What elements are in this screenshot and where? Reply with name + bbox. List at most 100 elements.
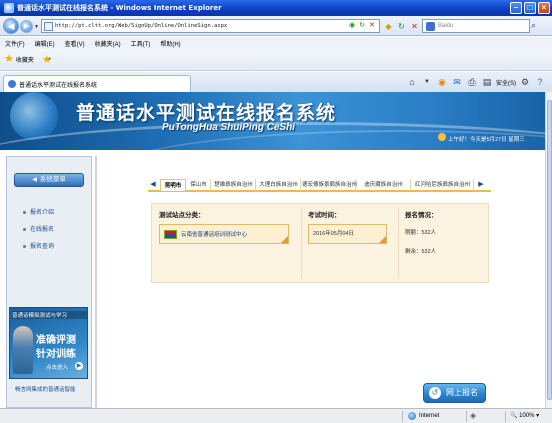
window-titlebar: 普通话水平测试在线报名系统 - Windows Internet Explore… bbox=[0, 0, 552, 16]
tab-page-icon bbox=[8, 80, 16, 88]
tabs-scroll-right-icon[interactable]: ▶ bbox=[476, 179, 486, 191]
command-bar: ⌂ ▼ ◉ ✉ ⎙ ▤ 安全(S) ⚙ ? bbox=[406, 76, 546, 88]
cancel-icon[interactable]: ✕ bbox=[409, 21, 420, 32]
search-box[interactable]: Baidu bbox=[422, 19, 530, 33]
region-tabs: ◀ 昆明市 保山市 楚雄彝族自治州 大理白族自治州 德宏傣族景颇族自治州 迪庆藏… bbox=[148, 178, 491, 192]
tools-gear-icon[interactable]: ⚙ bbox=[519, 76, 531, 88]
menu-edit[interactable]: 编辑(E) bbox=[35, 39, 55, 48]
bullet-icon bbox=[23, 227, 26, 231]
search-placeholder: Baidu bbox=[438, 23, 454, 29]
address-field[interactable]: http://pt.cltt.org/Web/SignUp/Online/Onl… bbox=[41, 19, 380, 33]
stop-icon[interactable]: ✕ bbox=[367, 21, 377, 31]
tab-region-dehong[interactable]: 德宏傣族景颇族自治州 bbox=[302, 179, 357, 191]
internet-zone-icon bbox=[408, 412, 416, 420]
ie-logo-icon bbox=[4, 3, 14, 13]
tabs-scroll-left-icon[interactable]: ◀ bbox=[148, 179, 158, 191]
tab-region-honghe[interactable]: 红河哈尼族彝族自治州 bbox=[412, 179, 474, 191]
add-favorite-icon[interactable]: ★ bbox=[42, 53, 52, 66]
close-button[interactable]: × bbox=[538, 2, 550, 14]
maximize-button[interactable]: □ bbox=[524, 2, 536, 14]
bullet-icon bbox=[23, 210, 26, 214]
promo-person-image bbox=[13, 326, 33, 374]
status-divider bbox=[505, 411, 506, 422]
security-zone[interactable]: Internet bbox=[408, 412, 439, 420]
panel-divider bbox=[301, 208, 302, 278]
site-name[interactable]: 云南省普通话培训测试中心 bbox=[181, 230, 247, 238]
window-controls: – □ × bbox=[510, 2, 550, 14]
system-menu-label: 系统菜单 bbox=[39, 176, 66, 183]
vertical-scrollbar[interactable] bbox=[545, 92, 552, 408]
page-icon-cmd[interactable]: ▤ bbox=[481, 76, 493, 88]
menu-favorites[interactable]: 收藏夹(A) bbox=[95, 39, 121, 48]
rss-icon[interactable]: ◉ bbox=[436, 76, 448, 88]
promo-cta[interactable]: 点击进入 bbox=[46, 363, 68, 371]
scrollbar-thumb[interactable] bbox=[547, 100, 552, 400]
read-mail-icon[interactable]: ✉ bbox=[451, 76, 463, 88]
registration-status-header: 报名情况： bbox=[405, 212, 438, 219]
home-dropdown-icon[interactable]: ▼ bbox=[421, 76, 433, 88]
menu-help[interactable]: 帮助(H) bbox=[160, 39, 180, 48]
tab-region-baoshan[interactable]: 保山市 bbox=[187, 179, 211, 191]
sidebar-item-intro[interactable]: 报名介绍 bbox=[23, 207, 54, 216]
sidebar-item-label[interactable]: 报名介绍 bbox=[30, 210, 54, 216]
compatibility-icon[interactable]: ◉ bbox=[347, 21, 357, 31]
feed-icon[interactable]: ◆ bbox=[383, 21, 394, 32]
register-icon: ↺ bbox=[429, 387, 441, 399]
sidebar-item-query[interactable]: 报名查询 bbox=[23, 241, 54, 250]
minimize-button[interactable]: – bbox=[510, 2, 522, 14]
promo-banner[interactable]: 普通话模拟测试与学习 准确评测 针对训练 点击进入 ▶ bbox=[9, 307, 88, 379]
quota-limit: 限额：532人 bbox=[405, 230, 437, 236]
site-subtitle: PuTongHua ShuiPing CeShi bbox=[162, 122, 295, 133]
tab-region-kunming[interactable]: 昆明市 bbox=[160, 179, 186, 191]
favorites-label[interactable]: 收藏夹 bbox=[16, 55, 34, 64]
sidebar-item-label[interactable]: 在线报名 bbox=[30, 227, 54, 233]
tab-region-dali[interactable]: 大理白族自治州 bbox=[257, 179, 301, 191]
tab-region-chuxiong[interactable]: 楚雄彝族自治州 bbox=[212, 179, 256, 191]
help-icon[interactable]: ? bbox=[534, 76, 546, 88]
back-button[interactable]: ◀ bbox=[3, 18, 19, 34]
refresh-icon[interactable]: ↻ bbox=[357, 21, 367, 31]
window-title: 普通话水平测试在线报名系统 - Windows Internet Explore… bbox=[17, 4, 222, 12]
site-banner: 普通话水平测试在线报名系统 PuTongHua ShuiPing CeShi 上… bbox=[0, 92, 545, 150]
sidebar-item-online-signup[interactable]: 在线报名 bbox=[23, 224, 54, 233]
sun-icon bbox=[438, 133, 446, 141]
promo-line-1: 准确评测 bbox=[36, 335, 76, 346]
search-icon[interactable]: ⌕ bbox=[531, 20, 536, 31]
menu-file[interactable]: 文件(F) bbox=[5, 39, 25, 48]
go-icon[interactable]: ↻ bbox=[396, 21, 407, 32]
url-text[interactable]: http://pt.cltt.org/Web/SignUp/Online/Onl… bbox=[55, 23, 227, 29]
home-icon[interactable]: ⌂ bbox=[406, 76, 418, 88]
zoom-level[interactable]: 🔍 100% ▾ bbox=[510, 412, 539, 419]
page-content: 普通话水平测试在线报名系统 PuTongHua ShuiPing CeShi 上… bbox=[0, 92, 545, 408]
tab-current-page[interactable]: 普通话水平测试在线报名系统 bbox=[3, 75, 191, 92]
zone-label: Internet bbox=[419, 413, 440, 419]
page-icon bbox=[44, 21, 53, 31]
menu-bar: 文件(F) 编辑(E) 查看(V) 收藏夹(A) 工具(T) 帮助(H) bbox=[0, 37, 552, 49]
bullet-icon bbox=[23, 244, 26, 248]
main-panel: ◀ 昆明市 保山市 楚雄彝族自治州 大理白族自治州 德宏傣族景颇族自治州 迪庆藏… bbox=[148, 178, 491, 408]
safety-menu[interactable]: 安全(S) bbox=[496, 78, 516, 87]
greeting-date: 上午好！今天是5月27日 星期三 bbox=[448, 137, 525, 143]
menu-view[interactable]: 查看(V) bbox=[65, 39, 85, 48]
menu-tools[interactable]: 工具(T) bbox=[131, 39, 151, 48]
promo-title: 普通话模拟测试与学习 bbox=[12, 311, 87, 319]
exam-date-option[interactable]: 2016年05月04日 bbox=[308, 224, 387, 244]
forward-button[interactable]: ▶ bbox=[20, 20, 33, 33]
exam-date-value[interactable]: 2016年05月04日 bbox=[313, 231, 354, 237]
recent-pages-dropdown[interactable]: ▼ bbox=[34, 24, 39, 30]
promo-go-icon[interactable]: ▶ bbox=[75, 362, 83, 370]
status-divider bbox=[402, 411, 403, 422]
menu-arrow-icon: ◀ bbox=[32, 177, 37, 183]
print-icon[interactable]: ⎙ bbox=[466, 76, 478, 88]
tab-region-diqing[interactable]: 迪庆藏族自治州 bbox=[357, 179, 411, 191]
promo-line-2: 针对训练 bbox=[36, 349, 76, 360]
site-option[interactable]: 云南省普通话培训测试中心 bbox=[159, 224, 289, 244]
sidebar: ◀ 系统菜单 报名介绍 在线报名 报名查询 普通话模拟测试与学习 准确评测 针对训… bbox=[6, 156, 92, 408]
favorites-star-icon[interactable]: ★ bbox=[4, 54, 14, 65]
status-bar: Internet ◈ 🔍 100% ▾ bbox=[0, 408, 552, 423]
protected-mode-icon[interactable]: ◈ bbox=[470, 411, 476, 420]
zoom-value[interactable]: 100% bbox=[519, 413, 534, 419]
panel-divider bbox=[398, 208, 399, 278]
online-register-button[interactable]: ↺ 网上报名 bbox=[423, 383, 486, 403]
sidebar-item-label[interactable]: 报名查询 bbox=[30, 244, 54, 250]
